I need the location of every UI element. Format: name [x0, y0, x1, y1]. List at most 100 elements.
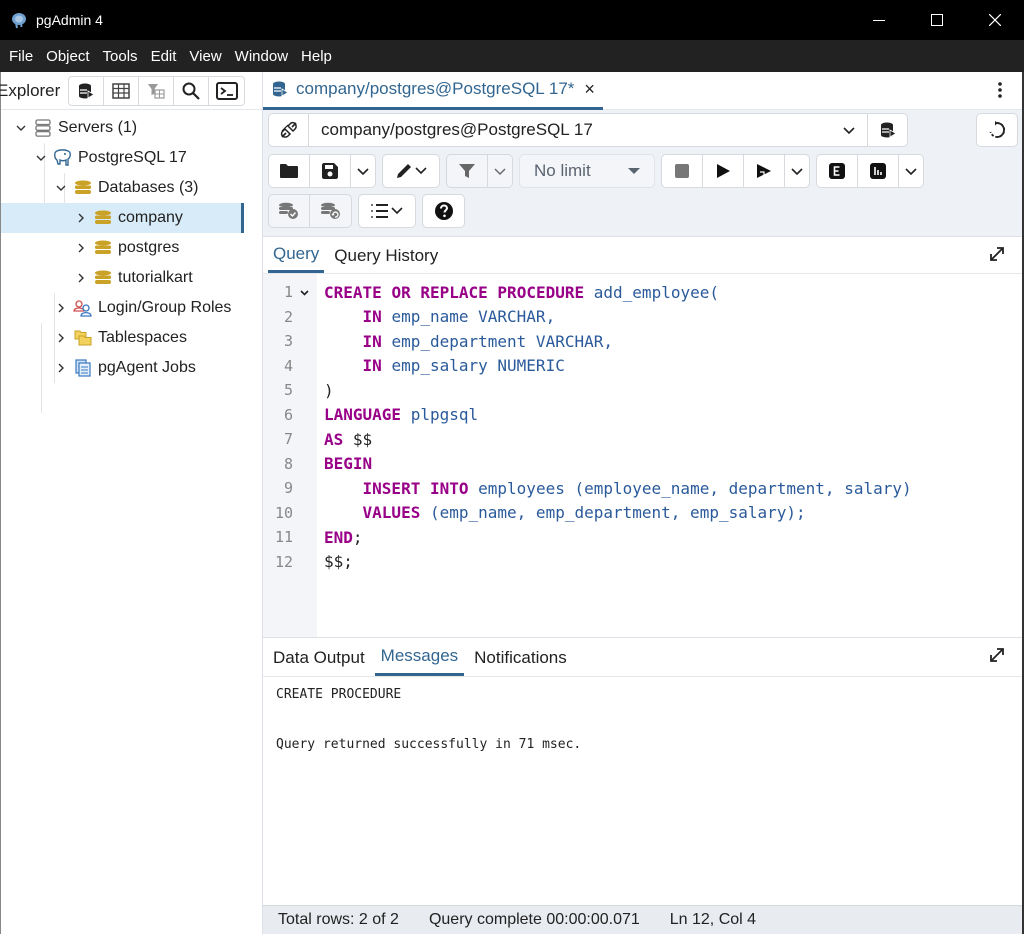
rollback-button[interactable]: [310, 195, 351, 227]
menu-tools[interactable]: Tools: [100, 48, 146, 65]
maximize-icon: [931, 14, 943, 26]
row-limit-select[interactable]: No limit: [519, 154, 655, 188]
filter-button[interactable]: [447, 155, 488, 187]
minimize-button[interactable]: [850, 0, 908, 40]
filter-options-dropdown[interactable]: [488, 155, 512, 187]
filtered-rows-button[interactable]: [139, 76, 175, 105]
query-tab[interactable]: company/postgres@PostgreSQL 17* ×: [263, 72, 603, 110]
code-line[interactable]: 2 IN emp_name VARCHAR,: [263, 305, 555, 329]
maximize-panel-icon[interactable]: [988, 245, 1006, 266]
tab-query-history[interactable]: Query History: [329, 246, 443, 273]
execute-options-dropdown[interactable]: [785, 155, 809, 187]
reset-layout-button[interactable]: [976, 113, 1018, 147]
sql-text: $$;: [324, 552, 353, 571]
tree-item-postgresql-17[interactable]: PostgreSQL 17: [1, 143, 262, 173]
code-line[interactable]: 11 END;: [263, 525, 363, 549]
tree-item-pgagent-jobs[interactable]: pgAgent Jobs: [1, 353, 262, 383]
maximize-panel-icon[interactable]: [988, 646, 1006, 667]
menu-object[interactable]: Object: [43, 48, 97, 65]
menu-file[interactable]: File: [6, 48, 41, 65]
chevron-down-icon[interactable]: [13, 125, 29, 131]
execute-script-button[interactable]: [744, 155, 785, 187]
psql-tool-button[interactable]: [209, 77, 244, 105]
explain-options-dropdown[interactable]: [899, 155, 923, 187]
code-line[interactable]: 8 BEGIN: [263, 452, 372, 476]
chevron-right-icon[interactable]: [53, 333, 69, 343]
edit-button[interactable]: [383, 155, 439, 187]
database-icon: [93, 208, 113, 228]
help-button[interactable]: [423, 195, 464, 227]
save-options-dropdown[interactable]: [351, 155, 375, 187]
code-line[interactable]: 1 CREATE OR REPLACE PROCEDURE add_employe…: [263, 280, 719, 304]
explain-button[interactable]: [817, 155, 858, 187]
chevron-down-icon[interactable]: [33, 155, 49, 161]
query-tool-icon: [79, 83, 96, 99]
cancel-query-button[interactable]: [662, 155, 703, 187]
query-tool-button[interactable]: [69, 76, 105, 105]
code-line[interactable]: 10 VALUES (emp_name, emp_department, emp…: [263, 501, 806, 525]
fold-chevron-icon[interactable]: [293, 286, 315, 299]
menu-edit[interactable]: Edit: [148, 48, 185, 65]
code-line[interactable]: 6 LANGUAGE plpgsql: [263, 403, 478, 427]
tree-item-postgres[interactable]: postgres: [1, 233, 262, 263]
open-file-button[interactable]: [269, 155, 310, 187]
tree-item-tablespaces[interactable]: Tablespaces: [1, 323, 262, 353]
chevron-right-icon[interactable]: [53, 303, 69, 313]
execute-script-icon: [757, 164, 771, 179]
connection-selector[interactable]: company/postgres@PostgreSQL 17: [268, 113, 908, 147]
sql-editor[interactable]: 1 CREATE OR REPLACE PROCEDURE add_employe…: [263, 274, 1022, 637]
view-data-button[interactable]: [104, 76, 140, 105]
tree-item-tutorialkart[interactable]: tutorialkart: [1, 263, 262, 293]
code-line[interactable]: 9 INSERT INTO employees (employee_name, …: [263, 476, 912, 500]
execute-button[interactable]: [703, 155, 744, 187]
line-number: 5: [283, 381, 293, 399]
explain-analyze-button[interactable]: [858, 155, 899, 187]
play-icon: [717, 164, 730, 178]
menu-help[interactable]: Help: [298, 48, 340, 65]
tab-query[interactable]: Query: [268, 244, 325, 273]
tree-item-company[interactable]: company: [1, 203, 244, 233]
close-tab-icon[interactable]: ×: [584, 79, 595, 100]
tab-messages[interactable]: Messages: [374, 646, 465, 676]
code-line[interactable]: 7 AS $$: [263, 427, 372, 451]
format-sql-button[interactable]: [359, 195, 415, 227]
tree-item-servers[interactable]: Servers (1): [1, 113, 262, 143]
tree-item-login-group-roles[interactable]: Login/Group Roles: [1, 293, 262, 323]
stop-icon: [675, 164, 689, 178]
chevron-right-icon[interactable]: [73, 213, 89, 223]
sql-identifier: plpgsql: [410, 405, 479, 424]
connection-status-icon[interactable]: [269, 114, 309, 146]
code-line[interactable]: 5): [263, 378, 334, 402]
refresh-icon: [989, 121, 1006, 138]
tab-notifications[interactable]: Notifications: [468, 648, 573, 676]
roles-icon: [73, 298, 93, 318]
tree-item-databases[interactable]: Databases (3): [1, 173, 262, 203]
code-text: ): [324, 381, 334, 400]
search-objects-button[interactable]: [174, 76, 210, 105]
save-file-button[interactable]: [310, 155, 351, 187]
code-line[interactable]: 12 $$;: [263, 550, 353, 574]
sql-keyword: IN: [362, 331, 382, 351]
code-line[interactable]: 4 IN emp_salary NUMERIC: [263, 354, 565, 378]
chevron-right-icon[interactable]: [73, 273, 89, 283]
menu-view[interactable]: View: [186, 48, 229, 65]
code-line[interactable]: 3 IN emp_department VARCHAR,: [263, 329, 613, 353]
code-text: CREATE OR REPLACE PROCEDURE add_employee…: [324, 283, 719, 302]
chevron-right-icon[interactable]: [53, 363, 69, 373]
new-connection-button[interactable]: [867, 114, 907, 146]
code-text: IN emp_name VARCHAR,: [324, 307, 556, 326]
more-options-icon[interactable]: [998, 82, 1002, 101]
chevron-down-icon[interactable]: [53, 185, 69, 191]
chevron-right-icon[interactable]: [73, 243, 89, 253]
close-window-button[interactable]: [966, 0, 1024, 40]
commit-button[interactable]: [269, 195, 310, 227]
tab-data-output[interactable]: Data Output: [267, 648, 371, 676]
terminal-icon: [215, 81, 238, 100]
chevron-down-icon[interactable]: [831, 126, 867, 134]
query-complete-status: Query complete 00:00:00.071: [428, 911, 640, 928]
maximize-button[interactable]: [908, 0, 966, 40]
menu-window[interactable]: Window: [232, 48, 296, 65]
